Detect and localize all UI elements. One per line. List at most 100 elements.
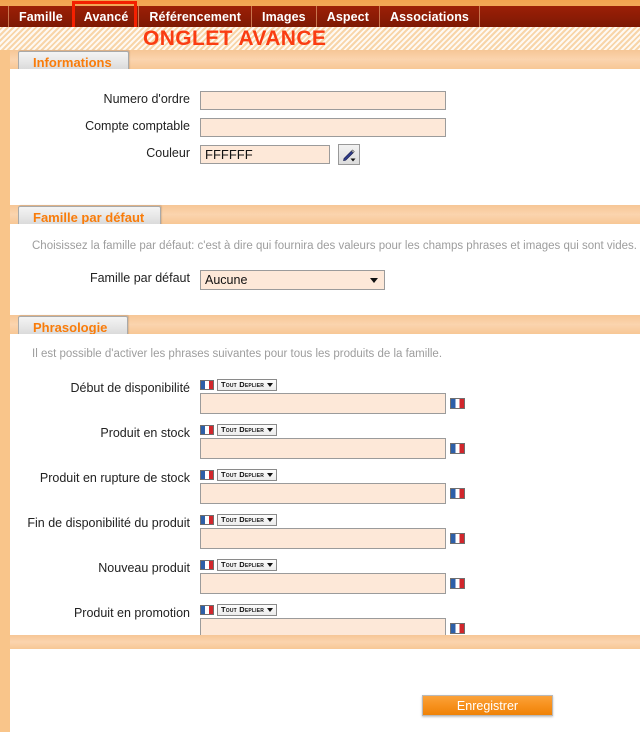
- select-wrapper-famille-defaut: Aucune: [200, 270, 385, 290]
- french-flag-icon: [450, 443, 465, 454]
- french-flag-icon: [450, 533, 465, 544]
- tab-associations[interactable]: Associations: [380, 6, 480, 27]
- field-row-famille-defaut: Famille par défaut Aucune: [10, 270, 640, 290]
- phrase-input-line-4: [200, 573, 465, 594]
- phrase-row: Produit en rupture de stock Tout Deplier: [10, 468, 640, 504]
- field-row-couleur: Couleur: [10, 144, 640, 165]
- tab-referencement-label: Référencement: [149, 9, 242, 24]
- phrase-input-line-1: [200, 438, 465, 459]
- french-flag-icon: [200, 469, 214, 480]
- french-flag-icon: [200, 379, 214, 390]
- phrase-toolbar-0: Tout Deplier: [200, 378, 465, 391]
- expand-all-label-2: Tout Deplier: [221, 470, 265, 479]
- phrase-fields-3: Tout Deplier: [200, 513, 465, 549]
- phrase-input-3[interactable]: [200, 528, 446, 549]
- caret-down-icon: [267, 472, 274, 477]
- french-flag-icon: [450, 623, 465, 634]
- tab-famille-label: Famille: [19, 9, 63, 24]
- phrase-toolbar-4: Tout Deplier: [200, 558, 465, 571]
- phrase-label-5: Produit en promotion: [73, 606, 190, 620]
- french-flag-icon: [200, 604, 214, 615]
- tab-images[interactable]: Images: [252, 6, 317, 27]
- expand-all-label-4: Tout Deplier: [221, 560, 265, 569]
- section-header-phrasologie-label: Phrasologie: [33, 320, 108, 335]
- expand-all-button-4[interactable]: Tout Deplier: [217, 558, 278, 571]
- tab-aspect-label: Aspect: [326, 9, 369, 24]
- caret-down-icon: [267, 382, 274, 387]
- phrase-label-1: Produit en stock: [100, 426, 190, 440]
- control-couleur: [200, 144, 360, 165]
- phrase-input-0[interactable]: [200, 393, 446, 414]
- phrase-input-4[interactable]: [200, 573, 446, 594]
- phrase-row: Produit en promotion Tout Deplier: [10, 603, 640, 639]
- phrase-row: Fin de disponibilité du produit Tout Dep…: [10, 513, 640, 549]
- expand-all-button-3[interactable]: Tout Deplier: [217, 513, 278, 526]
- tab-avance[interactable]: Avancé: [74, 6, 140, 27]
- tab-famille[interactable]: Famille: [8, 6, 74, 27]
- french-flag-icon: [450, 488, 465, 499]
- phrase-row: Produit en stock Tout Deplier: [10, 423, 640, 459]
- page-body: Informations Numero d'ordre Compte compt…: [0, 50, 640, 732]
- phrase-toolbar-2: Tout Deplier: [200, 468, 465, 481]
- tab-images-label: Images: [262, 9, 306, 24]
- select-famille-defaut[interactable]: Aucune: [200, 270, 385, 290]
- input-couleur[interactable]: [200, 145, 330, 164]
- french-flag-icon: [450, 398, 465, 409]
- section-band-phrasologie: Phrasologie: [10, 315, 640, 338]
- phrase-input-line-2: [200, 483, 465, 504]
- expand-all-button-2[interactable]: Tout Deplier: [217, 468, 278, 481]
- french-flag-icon: [450, 578, 465, 589]
- phrase-label-4: Nouveau produit: [98, 561, 190, 575]
- caret-down-icon: [267, 562, 274, 567]
- phrase-fields-5: Tout Deplier: [200, 603, 465, 639]
- label-compte-comptable: Compte comptable: [85, 119, 190, 133]
- section-band-informations: Informations: [10, 50, 640, 73]
- phrase-label-3: Fin de disponibilité du produit: [27, 516, 190, 530]
- save-button[interactable]: Enregistrer: [422, 695, 553, 716]
- tab-avance-label: Avancé: [83, 9, 129, 24]
- tab-aspect[interactable]: Aspect: [317, 6, 380, 27]
- footer-divider-band: [10, 635, 640, 649]
- pencil-icon: [343, 148, 356, 161]
- phrase-fields-0: Tout Deplier: [200, 378, 465, 414]
- expand-all-button-1[interactable]: Tout Deplier: [217, 423, 278, 436]
- phrase-input-line-0: [200, 393, 465, 414]
- help-famille-defaut: Choisissez la famille par défaut: c'est …: [32, 240, 637, 252]
- phrase-label-0: Début de disponibilité: [70, 381, 190, 395]
- expand-all-button-0[interactable]: Tout Deplier: [217, 378, 278, 391]
- expand-all-label-1: Tout Deplier: [221, 425, 265, 434]
- french-flag-icon: [200, 559, 214, 570]
- field-row-compte-comptable: Compte comptable: [10, 118, 640, 137]
- control-numero-ordre: [200, 91, 446, 110]
- caret-down-icon: [267, 607, 274, 612]
- label-famille-defaut: Famille par défaut: [89, 271, 190, 285]
- phrase-input-line-3: [200, 528, 465, 549]
- color-picker-button[interactable]: [338, 144, 360, 165]
- page-root: Famille Avancé Référencement Images Aspe…: [0, 0, 640, 732]
- phrase-label-2: Produit en rupture de stock: [39, 471, 190, 485]
- expand-all-label-5: Tout Deplier: [221, 605, 265, 614]
- expand-all-button-5[interactable]: Tout Deplier: [217, 603, 278, 616]
- tab-bar: Famille Avancé Référencement Images Aspe…: [0, 0, 640, 27]
- expand-all-label-3: Tout Deplier: [221, 515, 265, 524]
- phrase-input-1[interactable]: [200, 438, 446, 459]
- phrase-fields-4: Tout Deplier: [200, 558, 465, 594]
- page-title: ONGLET AVANCE: [143, 27, 327, 50]
- french-flag-icon: [200, 424, 214, 435]
- input-numero-ordre[interactable]: [200, 91, 446, 110]
- input-compte-comptable[interactable]: [200, 118, 446, 137]
- tab-referencement[interactable]: Référencement: [139, 6, 253, 27]
- tab-list: Famille Avancé Référencement Images Aspe…: [8, 6, 480, 27]
- caret-down-icon: [267, 427, 274, 432]
- phrase-row: Nouveau produit Tout Deplier: [10, 558, 640, 594]
- caret-down-icon: [267, 517, 274, 522]
- expand-all-label-0: Tout Deplier: [221, 380, 265, 389]
- control-compte-comptable: [200, 118, 446, 137]
- section-header-famille-defaut-label: Famille par défaut: [33, 210, 145, 225]
- phrase-input-2[interactable]: [200, 483, 446, 504]
- field-row-numero-ordre: Numero d'ordre: [10, 91, 640, 110]
- label-couleur: Couleur: [146, 146, 190, 160]
- control-famille-defaut: Aucune: [200, 270, 385, 290]
- phrase-fields-2: Tout Deplier: [200, 468, 465, 504]
- section-header-informations-label: Informations: [33, 55, 112, 70]
